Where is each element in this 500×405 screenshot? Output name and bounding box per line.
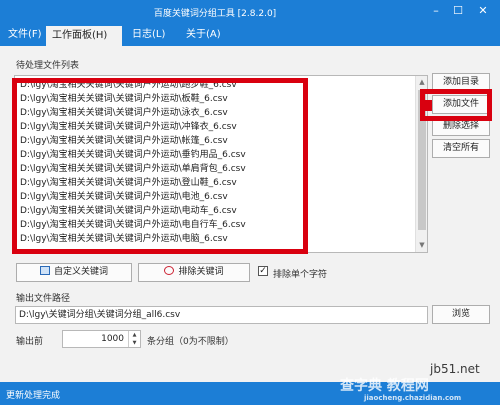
list-item[interactable]: D:\lgy\淘宝相关关键词\关键词户外运动\电池_6.csv xyxy=(20,189,228,202)
output-path-input[interactable]: D:\lgy\关键词分组\关键词分组_all6.csv xyxy=(15,306,428,324)
list-item[interactable]: D:\lgy\淘宝相关关键词\关键词户外运动\帐篷_6.csv xyxy=(20,133,228,146)
custom-keyword-label: 自定义关键词 xyxy=(53,267,108,277)
title-bar: 百度关键词分组工具 [2.8.2.0] – ☐ ✕ xyxy=(0,0,500,24)
highlight-pointer xyxy=(424,100,432,111)
file-list-title: 待处理文件列表 xyxy=(16,61,80,71)
book-icon xyxy=(39,266,50,275)
exclude-single-char-checkbox[interactable]: ✓ xyxy=(258,266,268,276)
list-item[interactable]: D:\lgy\淘宝相关关键词\关键词户外运动\垂钓用品_6.csv xyxy=(20,147,246,160)
delete-selection-button[interactable]: 删除选择 xyxy=(432,117,490,136)
custom-keyword-button[interactable]: 自定义关键词 xyxy=(16,263,132,282)
top-n-stepper[interactable]: ▲ ▼ xyxy=(128,331,140,347)
window-title: 百度关键词分组工具 [2.8.2.0] xyxy=(153,9,277,19)
output-path-label: 输出文件路径 xyxy=(16,294,71,304)
window-controls: – ☐ ✕ xyxy=(426,3,496,19)
browse-button[interactable]: 浏览 xyxy=(432,305,490,324)
tab-about[interactable]: 关于(A) xyxy=(180,24,227,46)
scroll-down-icon[interactable]: ▼ xyxy=(417,240,427,250)
add-directory-button[interactable]: 添加目录 xyxy=(432,73,490,92)
list-item[interactable]: D:\lgy\淘宝相关关键词\关键词户外运动\电动车_6.csv xyxy=(20,203,237,216)
status-text: 更新处理完成 xyxy=(6,391,61,401)
list-item[interactable]: D:\lgy\淘宝相关关键词\关键词户外运动\泳衣_6.csv xyxy=(20,105,228,118)
add-file-button[interactable]: 添加文件 xyxy=(432,95,490,114)
tab-log[interactable]: 日志(L) xyxy=(126,24,171,46)
clear-all-button[interactable]: 清空所有 xyxy=(432,139,490,158)
watermark-site: jb51.net xyxy=(430,362,480,376)
list-item[interactable]: D:\lgy\淘宝相关关键词\关键词户外运动\板鞋_6.csv xyxy=(20,91,228,104)
list-item[interactable]: D:\lgy\淘宝相关关键词\关键词户外运动\冲锋衣_6.csv xyxy=(20,119,237,132)
list-item[interactable]: D:\lgy\淘宝相关关键词\关键词户外运动\跑步鞋_6.csv xyxy=(20,77,237,90)
watermark-url: jiaocheng.chazidian.com xyxy=(364,394,462,402)
maximize-button[interactable]: ☐ xyxy=(448,3,468,19)
menu-file[interactable]: 文件(F) xyxy=(2,24,48,46)
menu-bar: 文件(F) 工作面板(H) 日志(L) 关于(A) xyxy=(0,24,500,46)
top-n-suffix: 条分组（0为不限制） xyxy=(147,337,234,347)
list-item[interactable]: D:\lgy\淘宝相关关键词\关键词户外运动\电自行车_6.csv xyxy=(20,217,246,230)
stepper-down-icon[interactable]: ▼ xyxy=(128,339,140,347)
file-list[interactable]: D:\lgy\淘宝相关关键词\关键词户外运动\跑步鞋_6.csv D:\lgy\… xyxy=(14,75,428,253)
watermark-brand: 查字典 教程网 xyxy=(340,378,429,394)
minimize-button[interactable]: – xyxy=(426,3,446,19)
scroll-up-icon[interactable]: ▲ xyxy=(417,77,427,87)
exclude-keyword-label: 排除关键词 xyxy=(178,267,224,277)
exclude-single-char-label: 排除单个字符 xyxy=(273,270,328,280)
list-item[interactable]: D:\lgy\淘宝相关关键词\关键词户外运动\单肩背包_6.csv xyxy=(20,161,246,174)
scroll-thumb[interactable] xyxy=(418,90,426,230)
list-item[interactable]: D:\lgy\淘宝相关关键词\关键词户外运动\电脑_6.csv xyxy=(20,231,228,244)
stepper-up-icon[interactable]: ▲ xyxy=(128,331,140,339)
top-n-label: 输出前 xyxy=(16,337,44,347)
close-button[interactable]: ✕ xyxy=(470,3,496,19)
tab-workpanel[interactable]: 工作面板(H) xyxy=(46,24,122,46)
ban-icon xyxy=(164,266,175,275)
list-item[interactable]: D:\lgy\淘宝相关关键词\关键词户外运动\登山鞋_6.csv xyxy=(20,175,237,188)
exclude-keyword-button[interactable]: 排除关键词 xyxy=(138,263,250,282)
